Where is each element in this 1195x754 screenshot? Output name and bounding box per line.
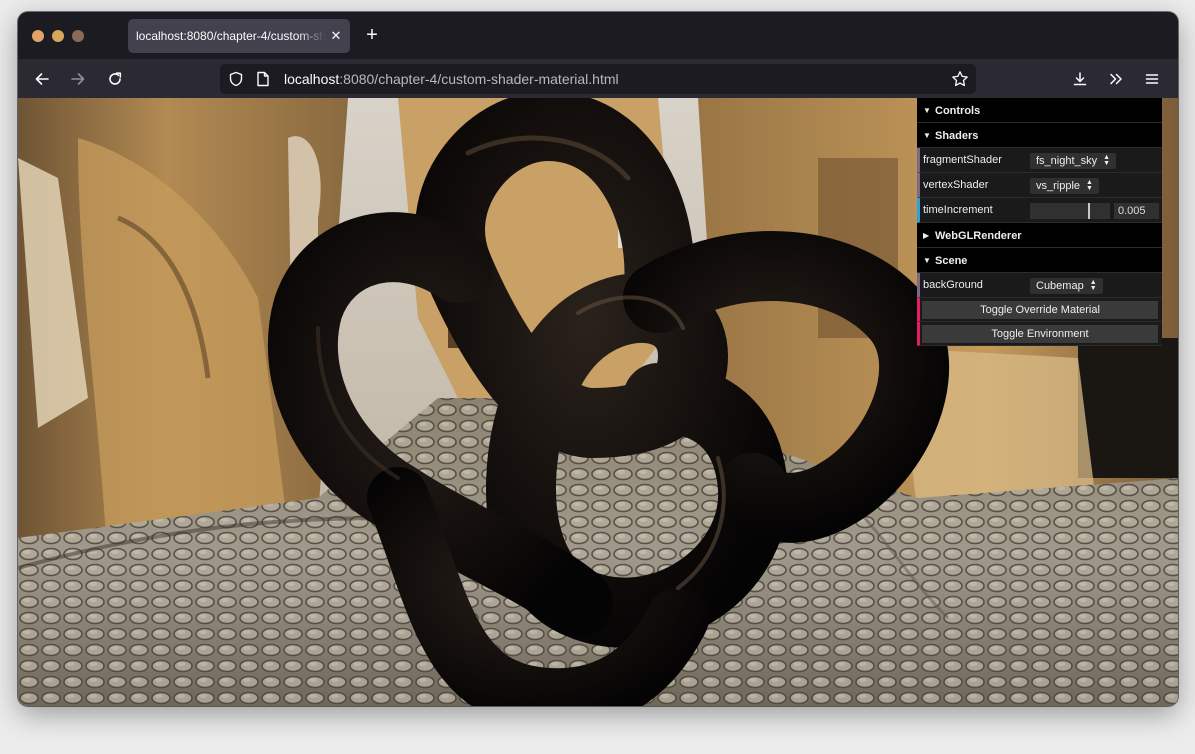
back-arrow-icon [35,73,49,85]
new-tab-button[interactable]: + [360,23,384,47]
vertex-shader-label: vertexShader [923,179,989,191]
time-increment-slider[interactable] [1030,203,1110,219]
caret-right-icon: ▶ [923,231,930,240]
toggle-override-material-button[interactable]: Toggle Override Material [922,301,1158,319]
forward-arrow-icon [71,73,85,85]
vertex-shader-row: vertexShader vs_ripple ▲ ▼ [917,173,1162,198]
chevrons-right-icon [1110,73,1122,85]
folder-webglrenderer[interactable]: ▶ WebGLRenderer [917,223,1162,248]
caret-down-icon: ▼ [923,106,931,115]
caret-down-icon: ▼ [923,256,931,265]
time-increment-input[interactable]: 0.005 [1114,203,1159,219]
fragment-shader-label: fragmentShader [923,154,1002,166]
zoom-window-button[interactable] [72,30,84,42]
page-icon [257,71,269,87]
tracking-shield-icon[interactable] [228,71,244,87]
bookmark-star-icon[interactable] [951,70,969,88]
url-text[interactable]: localhost:8080/chapter-4/custom-shader-m… [284,64,619,94]
url-host: localhost [284,71,340,87]
vertex-shader-select[interactable]: vs_ripple ▲ ▼ [1030,178,1099,194]
slider-handle[interactable] [1088,203,1091,219]
folder-scene[interactable]: ▼ Scene [917,248,1162,273]
app-menu-button[interactable] [1138,65,1166,93]
fragment-shader-row: fragmentShader fs_night_sky ▲ ▼ [917,148,1162,173]
close-window-button[interactable] [32,30,44,42]
toggle-override-row: Toggle Override Material [917,298,1162,322]
hamburger-menu-icon [1145,74,1159,84]
background-row: backGround Cubemap ▲ ▼ [917,273,1162,298]
select-arrows-icon: ▲ ▼ [1103,154,1111,167]
fragment-shader-select[interactable]: fs_night_sky ▲ ▼ [1030,153,1117,169]
background-label: backGround [923,279,983,291]
close-tab-icon[interactable]: ✕ [328,19,344,53]
time-increment-label: timeIncrement [923,204,993,216]
select-arrows-icon: ▲ ▼ [1089,279,1097,292]
tab-strip: localhost:8080/chapter-4/custom-shader-m… [18,12,1178,59]
webgl-canvas[interactable]: ▼ Controls ▼ Shaders fragmentShader fs_nig… [18,98,1178,706]
downloads-button[interactable] [1066,65,1094,93]
reload-button[interactable] [101,65,129,93]
minimize-window-button[interactable] [52,30,64,42]
overflow-button[interactable] [1102,65,1130,93]
back-button[interactable] [28,65,56,93]
address-bar[interactable]: localhost:8080/chapter-4/custom-shader-m… [220,64,976,94]
controls-title[interactable]: ▼ Controls [917,98,1162,123]
select-arrows-icon: ▲ ▼ [1086,179,1093,192]
toggle-environment-button[interactable]: Toggle Environment [922,325,1158,343]
background-select[interactable]: Cubemap ▲ ▼ [1030,278,1103,294]
browser-window: localhost:8080/chapter-4/custom-shader-m… [18,12,1178,706]
tab-title: localhost:8080/chapter-4/custom-shader-m… [136,29,326,43]
tab-active[interactable]: localhost:8080/chapter-4/custom-shader-m… [128,19,350,53]
time-increment-row: timeIncrement 0.005 [917,198,1162,223]
reload-icon [109,72,122,85]
navigation-toolbar: localhost:8080/chapter-4/custom-shader-m… [18,59,1178,98]
controls-panel: ▼ Controls ▼ Shaders fragmentShader fs_nig… [917,98,1162,346]
folder-shaders[interactable]: ▼ Shaders [917,123,1162,148]
download-icon [1073,72,1087,86]
url-path: :8080/chapter-4/custom-shader-material.h… [339,71,619,87]
toggle-environment-row: Toggle Environment [917,322,1162,346]
caret-down-icon: ▼ [923,131,931,140]
forward-button[interactable] [64,65,92,93]
